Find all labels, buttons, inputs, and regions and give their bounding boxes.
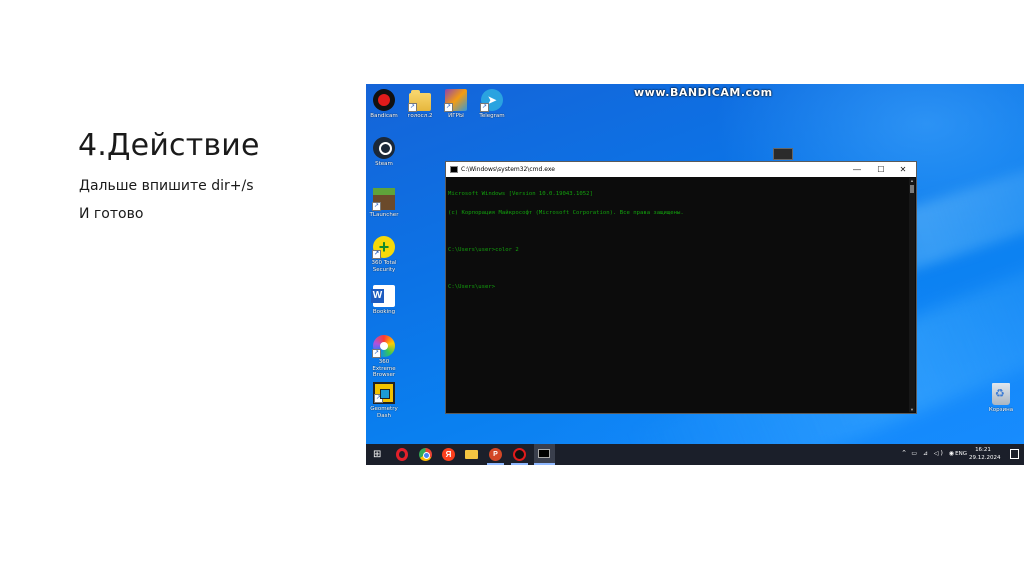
screenshot-desktop: www.BANDICAM.com Bandicam ↗ голосл.2 ↗ И… <box>366 84 1024 465</box>
opera-icon[interactable] <box>396 448 408 461</box>
cmd-prompt: C:\Users\user> <box>448 284 496 291</box>
maximize-button[interactable]: ☐ <box>870 162 892 177</box>
desktop-icon-tlauncher[interactable]: ↗ TLauncher <box>367 188 401 219</box>
shortcut-arrow-icon: ↗ <box>372 349 381 358</box>
notification-center-icon[interactable] <box>1010 449 1019 459</box>
instruction-text: Дальше впишите dir+/s <box>79 178 254 194</box>
desktop-icon-label: ИГРЫ <box>448 113 464 119</box>
games-icon: ↗ <box>444 89 467 112</box>
bandicam-taskbar-icon[interactable] <box>513 448 526 461</box>
desktop-icon-label: голосл.2 <box>407 113 433 119</box>
desktop-icon-booking[interactable]: Booking <box>367 285 401 316</box>
cmd-icon <box>450 166 458 173</box>
clock[interactable]: 16:21 29.12.2024 <box>969 446 1001 462</box>
desktop-icon-label: Telegram <box>479 113 505 119</box>
window-thumbnail <box>773 148 793 160</box>
shortcut-arrow-icon: ↗ <box>444 103 453 112</box>
desktop-icon-label: Geometry Dash <box>370 406 398 419</box>
clock-date: 29.12.2024 <box>969 455 1001 461</box>
active-indicator <box>534 463 555 465</box>
desktop-icon-geometry-dash[interactable]: ↗ Geometry Dash <box>367 382 401 419</box>
scrollbar-thumb[interactable] <box>910 185 914 193</box>
steam-icon <box>373 137 395 159</box>
word-document-icon <box>371 285 395 307</box>
start-button[interactable]: ⊞ <box>373 448 386 461</box>
desktop-icon-folder[interactable]: ↗ голосл.2 <box>403 89 437 120</box>
slide-title: 4.Действие <box>78 128 260 163</box>
desktop-icon-label: 360 Extreme Browser <box>372 359 396 378</box>
minecraft-icon: ↗ <box>372 188 395 211</box>
desktop-icon-label: Steam <box>375 161 393 167</box>
scroll-down-icon[interactable]: ▼ <box>909 407 915 412</box>
cmd-line: C:\Users\user>color 2 <box>448 247 519 254</box>
cmd-line <box>448 229 908 235</box>
running-indicator <box>487 463 504 465</box>
folder-icon: ↗ <box>408 90 431 112</box>
desktop-icon-recycle-bin[interactable]: Корзина <box>984 383 1018 414</box>
close-button[interactable]: ✕ <box>892 162 914 177</box>
file-explorer-icon[interactable] <box>465 450 478 459</box>
cmd-title: C:\Windows\system32\cmd.exe <box>461 166 555 173</box>
telegram-icon: ➤ ↗ <box>480 89 503 112</box>
cmd-window[interactable]: C:\Windows\system32\cmd.exe — ☐ ✕ Micros… <box>445 161 917 414</box>
desktop-icon-label: Корзина <box>988 407 1014 413</box>
taskbar: ⊞ Я P ⌃ ▭ ⊿ ◁) ◉ ENG 16:21 29.12.2024 <box>366 444 1024 465</box>
recycle-bin-icon <box>992 383 1010 405</box>
cmd-taskbar-icon[interactable] <box>534 444 555 465</box>
bandicam-icon <box>373 89 395 111</box>
yandex-browser-icon[interactable]: Я <box>442 448 455 461</box>
cmd-line <box>448 266 908 272</box>
chevron-up-icon[interactable]: ⌃ <box>901 449 907 457</box>
cmd-titlebar[interactable]: C:\Windows\system32\cmd.exe — ☐ ✕ <box>446 162 916 177</box>
browser-icon: ↗ <box>372 335 395 358</box>
shortcut-arrow-icon: ↗ <box>372 202 381 211</box>
desktop-icon-label: Bandicam <box>370 113 398 119</box>
powerpoint-icon[interactable]: P <box>489 448 502 461</box>
desktop-icon-label: TLauncher <box>369 212 399 218</box>
scroll-up-icon[interactable]: ▲ <box>909 178 915 183</box>
chrome-icon[interactable] <box>419 448 432 461</box>
cmd-output[interactable]: Microsoft Windows [Version 10.0.19043.10… <box>448 178 908 411</box>
shortcut-arrow-icon: ↗ <box>374 394 383 403</box>
cmd-scrollbar[interactable]: ▲ ▼ <box>909 178 915 412</box>
desktop-icon-label: 360 Total Security <box>371 260 397 273</box>
antivirus-icon: + ↗ <box>372 236 395 259</box>
tray-status-icons[interactable]: ▭ ⊿ ◁) ◉ <box>911 450 956 457</box>
shortcut-arrow-icon: ↗ <box>480 103 489 112</box>
bandicam-watermark: www.BANDICAM.com <box>634 86 773 99</box>
desktop-icon-bandicam[interactable]: Bandicam <box>367 89 401 120</box>
running-indicator <box>511 463 528 465</box>
system-tray: ⌃ ▭ ⊿ ◁) ◉ ENG 16:21 29.12.2024 <box>864 444 1024 465</box>
done-text: И готово <box>79 206 144 222</box>
desktop-icon-360-browser[interactable]: ↗ 360 Extreme Browser <box>367 335 401 379</box>
desktop-icon-steam[interactable]: Steam <box>367 137 401 168</box>
shortcut-arrow-icon: ↗ <box>372 250 381 259</box>
clock-time: 16:21 <box>975 447 991 453</box>
desktop-icon-telegram[interactable]: ➤ ↗ Telegram <box>475 89 509 120</box>
desktop-icon-label: Booking <box>372 309 396 315</box>
minimize-button[interactable]: — <box>846 162 868 177</box>
cmd-line: Microsoft Windows [Version 10.0.19043.10… <box>448 191 593 198</box>
geometry-dash-icon: ↗ <box>373 382 395 404</box>
language-indicator[interactable]: ENG <box>955 451 967 457</box>
desktop-icon-games[interactable]: ↗ ИГРЫ <box>439 89 473 120</box>
shortcut-arrow-icon: ↗ <box>408 103 417 112</box>
desktop-icon-360-total-security[interactable]: + ↗ 360 Total Security <box>367 236 401 273</box>
cmd-line: (c) Корпорация Майкрософт (Microsoft Cor… <box>448 210 684 217</box>
